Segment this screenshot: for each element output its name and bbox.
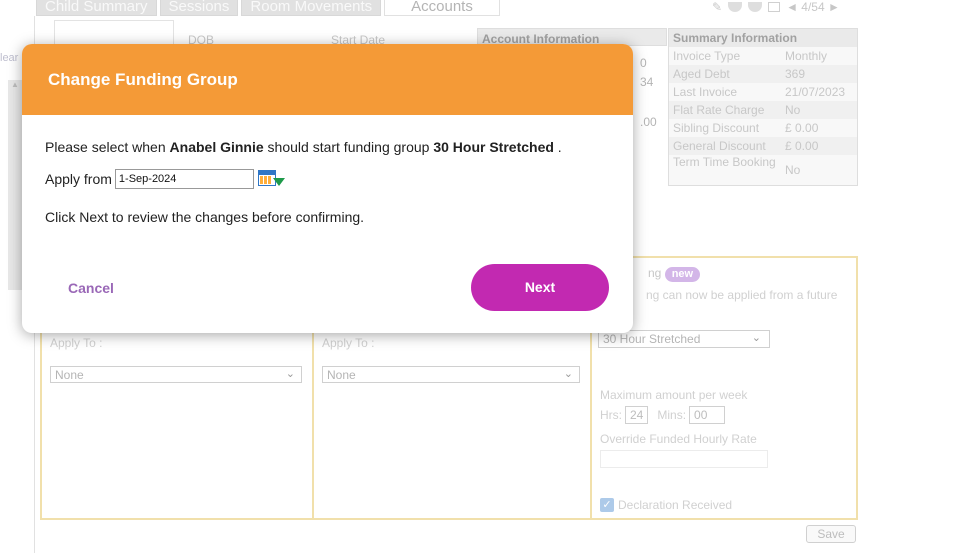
apply-from-label: Apply from xyxy=(45,171,112,187)
apply-from-row: Apply from xyxy=(45,169,609,189)
next-button[interactable]: Next xyxy=(471,264,609,311)
message-suffix: . xyxy=(553,139,562,155)
change-funding-group-dialog: Change Funding Group Please select when … xyxy=(22,44,633,333)
review-hint: Click Next to review the changes before … xyxy=(45,209,365,225)
dialog-title: Change Funding Group xyxy=(22,44,633,115)
cancel-button[interactable]: Cancel xyxy=(68,280,114,296)
dialog-body: Please select when Anabel Ginnie should … xyxy=(22,115,633,225)
calendar-picker-icon[interactable] xyxy=(256,169,286,189)
dialog-message: Please select when Anabel Ginnie should … xyxy=(45,139,585,155)
dialog-footer: Cancel Next xyxy=(22,264,633,312)
message-middle: should start funding group xyxy=(263,139,434,155)
funding-group-name: 30 Hour Stretched xyxy=(433,139,554,155)
child-name: Anabel Ginnie xyxy=(169,139,264,155)
apply-from-date-input[interactable] xyxy=(114,169,254,189)
message-prefix: Please select when xyxy=(45,139,170,155)
